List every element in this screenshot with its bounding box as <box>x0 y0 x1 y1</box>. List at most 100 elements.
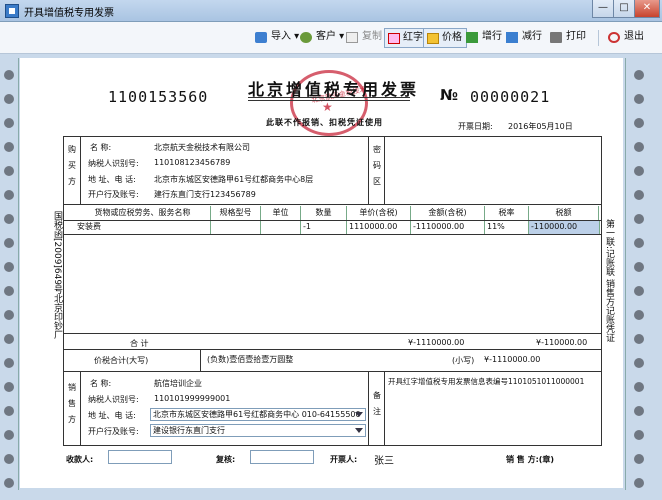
col-header-price: 单价(含税) <box>347 206 411 220</box>
tractor-hole <box>4 262 14 272</box>
seller-name-label: 名 称: <box>90 379 112 388</box>
exit-button[interactable]: 退出 <box>608 28 644 48</box>
seal-star-icon: ★ <box>322 100 333 114</box>
import-icon <box>255 32 267 43</box>
col-header-qty: 数量 <box>301 206 347 220</box>
grid-line <box>63 333 602 334</box>
col-header-rate: 税率 <box>485 206 529 220</box>
customer-button[interactable]: 客户 ▾ <box>300 28 344 48</box>
tractor-hole <box>634 334 644 344</box>
window-title: 开具增值税专用发票 <box>24 8 114 19</box>
invoice-date-label: 开票日期: <box>458 122 493 131</box>
tractor-hole <box>634 190 644 200</box>
col-header-spec: 规格型号 <box>211 206 261 220</box>
grand-total-words: (负数)壹佰壹拾壹万圆整 <box>207 355 294 364</box>
seller-bank: 建设银行东直门支行 <box>153 426 225 435</box>
tractor-hole <box>634 142 644 152</box>
tractor-hole <box>4 142 14 152</box>
copy-label: 复制 <box>362 31 382 42</box>
printer-icon <box>550 32 562 43</box>
grid-line <box>384 371 385 446</box>
minimize-button[interactable]: — <box>592 0 614 18</box>
seller-address-select[interactable]: 北京市东城区安德路甲61号红都商务中心 010-64155500 <box>150 408 366 421</box>
red-invoice-button[interactable]: 红字 <box>384 28 428 48</box>
buyer-address-label: 地 址、电 话: <box>88 175 136 184</box>
paper-edge-left <box>18 58 19 490</box>
tractor-hole <box>634 454 644 464</box>
tractor-hole <box>634 166 644 176</box>
number-sign: № <box>440 86 459 104</box>
red-invoice-icon <box>388 33 400 44</box>
grid-line <box>63 349 602 350</box>
app-icon <box>5 4 19 18</box>
price-icon <box>427 33 439 44</box>
paper-edge-right <box>625 58 626 490</box>
copy-icon <box>346 32 358 43</box>
add-row-button[interactable]: 增行 <box>466 28 502 48</box>
price-button[interactable]: 价格 <box>423 28 467 48</box>
review-label: 复核: <box>216 455 236 464</box>
table-row[interactable]: 安装费 -1 1110000.00 -1110000.00 11% -11000… <box>75 221 600 234</box>
remove-row-icon <box>506 32 518 43</box>
toolbar-separator <box>598 30 599 46</box>
grid-line <box>63 234 602 235</box>
remove-row-button[interactable]: 减行 <box>506 28 542 48</box>
tractor-hole <box>634 358 644 368</box>
seller-tax-label: 纳税人识别号: <box>88 395 139 404</box>
cell-amount[interactable]: -1110000.00 <box>411 221 485 234</box>
customer-label: 客户 <box>316 31 336 42</box>
total-amount: ¥-1110000.00 <box>408 338 465 347</box>
close-button[interactable]: ✕ <box>634 0 660 18</box>
print-button[interactable]: 打印 <box>550 28 586 48</box>
grid-line <box>63 371 602 372</box>
tractor-hole <box>634 118 644 128</box>
cell-spec[interactable] <box>211 221 261 234</box>
add-row-label: 增行 <box>482 31 502 42</box>
exit-label: 退出 <box>624 31 644 42</box>
invoice-grid <box>63 136 602 446</box>
copy-note: 第一联:记账联 销售方记账凭证 <box>604 218 614 342</box>
customer-icon <box>300 32 312 43</box>
review-input[interactable] <box>250 450 314 464</box>
cell-price[interactable]: 1110000.00 <box>347 221 411 234</box>
tractor-hole <box>4 94 14 104</box>
buyer-name: 北京航天金税技术有限公司 <box>154 143 250 152</box>
cell-tax[interactable]: -110000.00 <box>529 221 600 234</box>
grid-line <box>80 371 81 446</box>
total-label: 合 计 <box>130 339 149 348</box>
import-button[interactable]: 导入 ▾ <box>255 28 299 48</box>
tractor-hole <box>634 406 644 416</box>
seller-address-label: 地 址、电 话: <box>88 411 136 420</box>
remark-label: 备注 <box>373 391 381 416</box>
col-header-item: 货物或应税劳务、服务名称 <box>75 206 211 220</box>
seller-address: 北京市东城区安德路甲61号红都商务中心 010-64155500 <box>153 410 361 419</box>
invoice-code: 1100153560 <box>108 88 209 106</box>
tractor-hole <box>4 70 14 80</box>
cell-qty[interactable]: -1 <box>301 221 347 234</box>
power-icon <box>608 32 620 43</box>
tractor-hole <box>4 478 14 488</box>
invoice-date: 2016年05月10日 <box>508 122 573 131</box>
seller-name: 航信培训企业 <box>154 379 202 388</box>
import-label: 导入 <box>271 31 291 42</box>
cell-unit[interactable] <box>261 221 301 234</box>
tractor-hole <box>4 286 14 296</box>
copy-button[interactable]: 复制 <box>346 28 382 48</box>
cell-item[interactable]: 安装费 <box>75 221 211 234</box>
tractor-hole <box>4 382 14 392</box>
tractor-hole <box>634 310 644 320</box>
tractor-hole <box>4 310 14 320</box>
buyer-bank: 建行东直门支行123456789 <box>154 190 256 199</box>
maximize-button[interactable]: □ <box>613 0 635 18</box>
add-row-icon <box>466 32 478 43</box>
tractor-hole <box>4 214 14 224</box>
cell-rate[interactable]: 11% <box>485 221 529 234</box>
title-underline <box>248 100 410 101</box>
seller-bank-select[interactable]: 建设银行东直门支行 <box>150 424 366 437</box>
grid-line <box>200 349 201 371</box>
payee-input[interactable] <box>108 450 172 464</box>
invoice-number: 00000021 <box>470 88 551 106</box>
grid-line <box>63 204 602 205</box>
tractor-hole <box>4 190 14 200</box>
tractor-hole <box>4 334 14 344</box>
